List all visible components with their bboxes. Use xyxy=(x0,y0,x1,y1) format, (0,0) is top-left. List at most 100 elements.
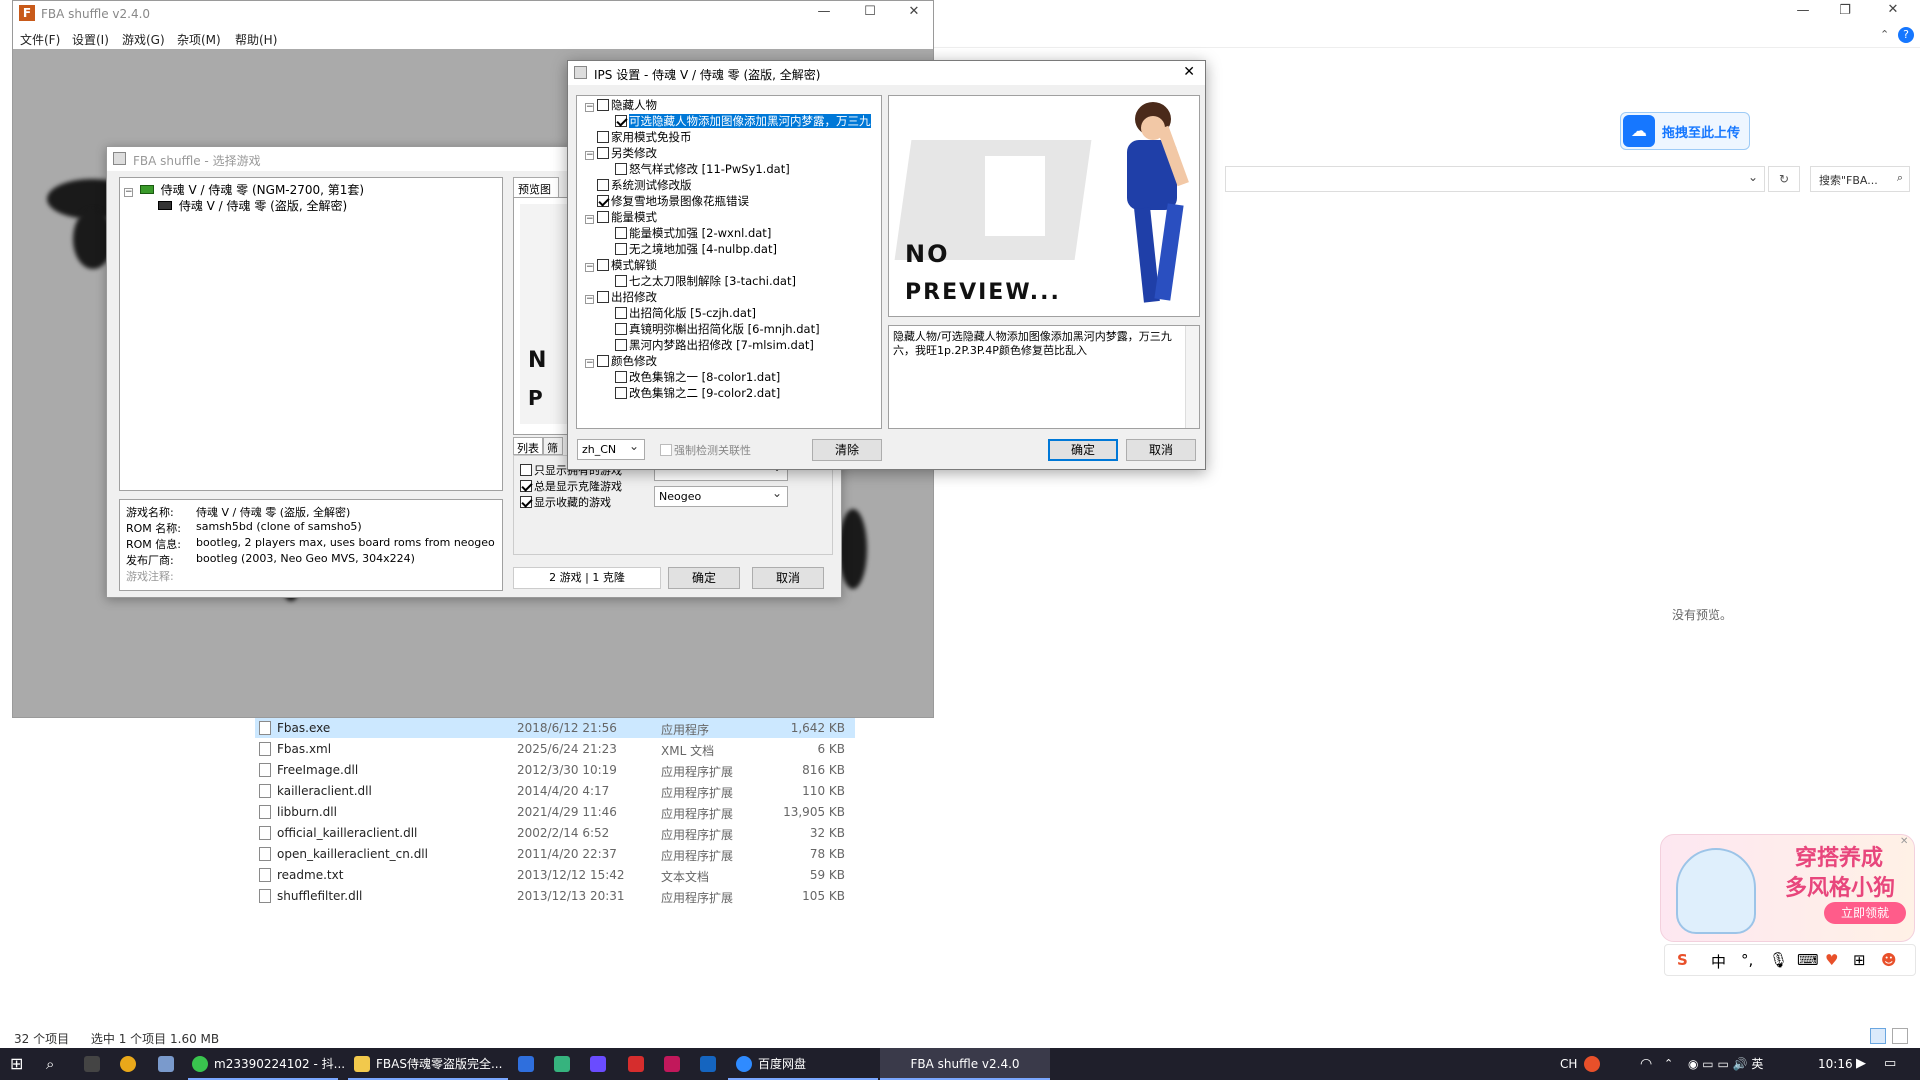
menu-help[interactable]: 帮助(H) xyxy=(235,31,277,48)
checkbox[interactable] xyxy=(597,179,609,191)
ips-patch-item[interactable]: 无之境地加强 [4-nulbp.dat] xyxy=(615,241,777,257)
checkbox[interactable] xyxy=(615,227,627,239)
keyboard-icon[interactable]: ⌨ xyxy=(1797,951,1819,969)
checkbox[interactable] xyxy=(597,99,609,111)
collapse-icon[interactable]: − xyxy=(585,151,594,160)
help-icon[interactable]: ? xyxy=(1898,27,1914,43)
tree-item-child[interactable]: 侍魂 V / 侍魂 零 (盗版, 全解密) xyxy=(158,197,347,214)
ips-cancel-button[interactable]: 取消 xyxy=(1126,439,1196,461)
checkbox[interactable] xyxy=(660,444,672,456)
ips-patch-item[interactable]: − 出招修改 xyxy=(585,289,657,305)
game-tree[interactable]: − 侍魂 V / 侍魂 零 (NGM-2700, 第1套) 侍魂 V / 侍魂 … xyxy=(119,177,503,491)
menu-settings[interactable]: 设置(I) xyxy=(72,31,109,48)
ips-patch-item[interactable]: 修复雪地场景图像花瓶错误 xyxy=(585,193,749,209)
close-icon[interactable]: ✕ xyxy=(1878,2,1908,17)
file-row[interactable]: libburn.dll 2021/4/29 11:46 应用程序扩展 13,905 K… xyxy=(255,802,855,822)
ips-patch-item[interactable]: 改色集锦之二 [9-color2.dat] xyxy=(615,385,780,401)
ips-patch-item[interactable]: 黑河内梦路出招修改 [7-mlsim.dat] xyxy=(615,337,814,353)
pinned-app-icon[interactable] xyxy=(84,1056,100,1072)
clock[interactable]: 10:16 xyxy=(1818,1048,1853,1080)
ips-patch-item[interactable]: 怒气样式修改 [11-PwSy1.dat] xyxy=(615,161,790,177)
checkbox[interactable] xyxy=(615,323,627,335)
address-bar[interactable]: ⌄ xyxy=(1225,166,1765,192)
force-check-option[interactable]: 强制检测关联性 xyxy=(660,442,751,458)
search-input[interactable]: 搜索"FBA... ⌕ xyxy=(1810,166,1910,192)
checkbox[interactable] xyxy=(597,259,609,271)
ips-patch-item[interactable]: 真镜明弥槲出招简化版 [6-mnjh.dat] xyxy=(615,321,820,337)
select-cancel-button[interactable]: 取消 xyxy=(752,567,824,589)
checkbox[interactable] xyxy=(615,371,627,383)
skin-icon[interactable]: ♥ xyxy=(1825,951,1838,969)
tray-icons[interactable]: ◉ ▭ ▭ 🔊 英 xyxy=(1688,1048,1763,1080)
language-combo[interactable]: zh_CN xyxy=(577,439,645,460)
checkbox[interactable] xyxy=(597,211,609,223)
pinned-app-icon[interactable] xyxy=(664,1056,680,1072)
pinned-app-icon[interactable] xyxy=(554,1056,570,1072)
checkbox[interactable] xyxy=(615,307,627,319)
collapse-icon[interactable]: − xyxy=(585,295,594,304)
action-center-icon[interactable]: ▶ xyxy=(1856,1048,1866,1080)
main-maximize-icon[interactable]: ☐ xyxy=(855,4,885,19)
main-minimize-icon[interactable]: — xyxy=(809,4,839,19)
file-row[interactable]: Fbas.xml 2025/6/24 21:23 XML 文档 6 KB xyxy=(255,739,855,759)
ime-indicator[interactable]: CH xyxy=(1560,1048,1577,1080)
details-view-icon[interactable] xyxy=(1870,1028,1886,1044)
sogou-logo-icon[interactable]: S xyxy=(1677,951,1688,969)
tab-filter[interactable]: 筛 xyxy=(543,437,563,455)
ips-patch-item[interactable]: 能量模式加强 [2-wxnl.dat] xyxy=(615,225,771,241)
ips-patch-item[interactable]: − 能量模式 xyxy=(585,209,657,225)
ips-patch-item[interactable]: 家用模式免投币 xyxy=(585,129,692,145)
tab-list[interactable]: 列表 xyxy=(513,437,543,455)
pinned-app-icon[interactable] xyxy=(700,1056,716,1072)
option-show-favorites[interactable]: 显示收藏的游戏 xyxy=(520,494,611,510)
system-filter-combo[interactable]: Neogeo xyxy=(654,486,788,507)
collapse-icon[interactable]: − xyxy=(585,215,594,224)
refresh-button[interactable]: ↻ xyxy=(1768,166,1800,192)
wifi-icon[interactable]: ◠ xyxy=(1640,1048,1652,1080)
tab-preview[interactable]: 预览图 xyxy=(513,177,559,197)
ime-language[interactable]: 中 xyxy=(1711,951,1726,972)
ad-close-icon[interactable]: ✕ xyxy=(1900,836,1908,847)
ips-patch-item[interactable]: − 隐藏人物 xyxy=(585,97,657,113)
microphone-icon[interactable]: 🎙 xyxy=(1769,951,1788,969)
ips-patch-item[interactable]: 可选隐藏人物添加图像添加黑河内梦露，万三九 xyxy=(615,113,871,129)
ips-patch-item[interactable]: 改色集锦之一 [8-color1.dat] xyxy=(615,369,780,385)
checkbox[interactable] xyxy=(597,147,609,159)
ips-patch-item[interactable]: 系统测试修改版 xyxy=(585,177,692,193)
file-row[interactable]: open_kailleraclient_cn.dll 2011/4/20 22:3… xyxy=(255,844,855,864)
main-close-icon[interactable]: ✕ xyxy=(899,4,929,19)
checkbox[interactable] xyxy=(597,355,609,367)
file-row[interactable]: Fbas.exe 2018/6/12 21:56 应用程序 1,642 KB xyxy=(255,718,855,738)
restore-icon[interactable]: ❐ xyxy=(1830,3,1860,18)
ips-ok-button[interactable]: 确定 xyxy=(1048,439,1118,461)
collapse-icon[interactable]: − xyxy=(124,188,133,197)
toolbox-icon[interactable]: ⊞ xyxy=(1853,951,1866,969)
wps-icon[interactable] xyxy=(628,1056,644,1072)
taskbar-item-baidu[interactable]: 百度网盘 xyxy=(728,1048,878,1080)
option-show-clones[interactable]: 总是显示克隆游戏 xyxy=(520,478,622,494)
file-row[interactable]: FreeImage.dll 2012/3/30 10:19 应用程序扩展 816 KB xyxy=(255,760,855,780)
pinned-app-icon[interactable] xyxy=(518,1056,534,1072)
file-row[interactable]: official_kailleraclient.dll 2002/2/14 6:5… xyxy=(255,823,855,843)
taskbar-item-folder[interactable]: FBAS侍魂零盗版完全... xyxy=(348,1048,508,1080)
checkbox[interactable] xyxy=(520,496,532,508)
checkbox[interactable] xyxy=(615,275,627,287)
pinned-app-icon[interactable] xyxy=(590,1056,606,1072)
ips-patch-item[interactable]: − 另类修改 xyxy=(585,145,657,161)
ad-cta-button[interactable]: 立即领就 xyxy=(1824,902,1906,924)
clear-button[interactable]: 清除 xyxy=(812,439,882,461)
ips-close-icon[interactable]: ✕ xyxy=(1183,64,1195,80)
chevron-down-icon[interactable]: ⌄ xyxy=(1748,170,1758,184)
notification-icon[interactable]: ▭ xyxy=(1884,1048,1896,1080)
windows-start-icon[interactable]: ⊞ xyxy=(10,1048,23,1080)
ips-patch-item[interactable]: − 颜色修改 xyxy=(585,353,657,369)
file-row[interactable]: kailleraclient.dll 2014/4/20 4:17 应用程序扩展 11… xyxy=(255,781,855,801)
tiles-view-icon[interactable] xyxy=(1892,1028,1908,1044)
ips-patch-item[interactable]: 出招简化版 [5-czjh.dat] xyxy=(615,305,756,321)
menu-game[interactable]: 游戏(G) xyxy=(122,31,165,48)
file-row[interactable]: readme.txt 2013/12/12 15:42 文本文档 59 KB xyxy=(255,865,855,885)
chrome-icon[interactable] xyxy=(120,1056,136,1072)
description-scrollbar[interactable] xyxy=(1185,326,1199,428)
file-row[interactable]: shufflefilter.dll 2013/12/13 20:31 应用程序扩展 1… xyxy=(255,886,855,906)
collapse-icon[interactable]: − xyxy=(585,359,594,368)
